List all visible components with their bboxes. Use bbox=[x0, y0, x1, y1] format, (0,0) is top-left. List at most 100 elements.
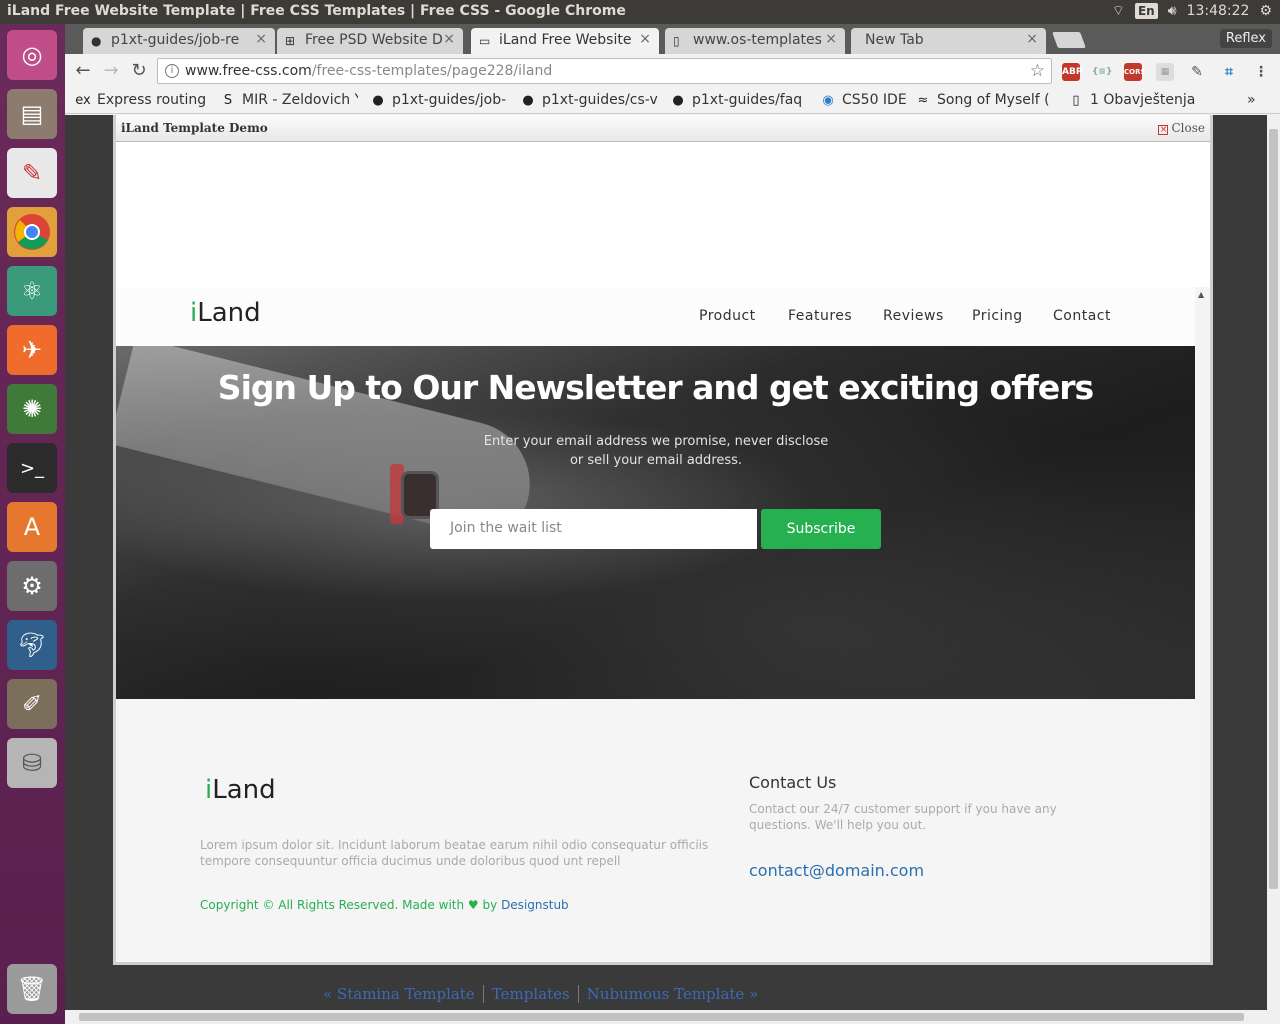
profile-button[interactable]: Reflex bbox=[1219, 29, 1272, 48]
page-vertical-scrollbar[interactable] bbox=[1267, 115, 1280, 1010]
site-footer: iLand Lorem ipsum dolor sit. Incidunt la… bbox=[116, 699, 1195, 962]
close-icon[interactable]: × bbox=[255, 31, 267, 47]
abp-icon[interactable]: ABP bbox=[1062, 63, 1082, 81]
terminal-icon[interactable]: >_ bbox=[7, 443, 57, 493]
grid-icon[interactable]: ▦ bbox=[1156, 63, 1174, 81]
bookmark-star-icon[interactable]: ☆ bbox=[1030, 61, 1045, 81]
footer-logo[interactable]: iLand bbox=[205, 775, 276, 805]
wifi-icon[interactable]: ⌔ bbox=[1112, 2, 1125, 20]
nav-product[interactable]: Product bbox=[699, 308, 756, 324]
prev-template-link[interactable]: « Stamina Template bbox=[315, 985, 484, 1003]
close-icon[interactable]: × bbox=[443, 31, 455, 47]
page-icon: ▭ bbox=[479, 34, 491, 48]
mysql-workbench-icon[interactable]: 🐬︎ bbox=[7, 620, 57, 670]
nav-contact[interactable]: Contact bbox=[1053, 308, 1111, 324]
picker-icon[interactable]: ✎ bbox=[1188, 63, 1206, 81]
scrollbar-thumb[interactable] bbox=[1269, 129, 1278, 889]
browser-window: ● p1xt-guides/job-re × ⊞ Free PSD Websit… bbox=[65, 24, 1280, 1024]
page-viewport: iLand Template Demo × Close iLand Product… bbox=[65, 115, 1280, 1024]
bookmark-label: Song of Myself ( bbox=[937, 92, 1050, 108]
close-button[interactable]: × Close bbox=[1158, 121, 1205, 135]
keyboard-language[interactable]: En bbox=[1134, 3, 1158, 19]
contact-title: Contact Us bbox=[749, 773, 837, 792]
files-icon[interactable]: ▤ bbox=[7, 89, 57, 139]
gear-icon[interactable]: ⚙ bbox=[1259, 3, 1272, 19]
tab-label: p1xt-guides/job-re bbox=[111, 32, 240, 48]
system-settings-icon[interactable]: ⚙ bbox=[7, 561, 57, 611]
gitkraken-icon[interactable]: ✺ bbox=[7, 384, 57, 434]
bookmark-2[interactable]: ● p1xt-guides/job- bbox=[370, 92, 510, 108]
iframe-scrollbar[interactable]: ▲ bbox=[1195, 287, 1210, 962]
contact-email-link[interactable]: contact@domain.com bbox=[749, 861, 924, 880]
menu-icon[interactable]: ⋮ bbox=[1252, 63, 1270, 81]
close-icon[interactable]: × bbox=[825, 31, 837, 47]
json-icon[interactable]: {≡} bbox=[1092, 63, 1112, 81]
cors-icon[interactable]: CORS bbox=[1124, 63, 1146, 81]
reload-icon[interactable]: ↻ bbox=[128, 60, 150, 82]
info-icon[interactable]: i bbox=[165, 64, 179, 78]
scroll-up-icon[interactable]: ▲ bbox=[1198, 290, 1204, 299]
psd-icon: ⊞ bbox=[285, 34, 296, 48]
volume-icon[interactable]: 🔊︎ bbox=[1168, 3, 1177, 19]
page-horizontal-scrollbar[interactable] bbox=[65, 1010, 1280, 1024]
templates-link[interactable]: Templates bbox=[484, 985, 579, 1003]
ubuntu-dash-icon[interactable]: ◎ bbox=[7, 30, 57, 80]
scrollbar-thumb[interactable] bbox=[79, 1013, 1244, 1021]
site-logo[interactable]: iLand bbox=[190, 298, 261, 328]
more-bookmarks-icon[interactable]: » bbox=[1247, 92, 1256, 108]
close-icon[interactable]: × bbox=[1026, 31, 1038, 47]
nav-features[interactable]: Features bbox=[788, 308, 852, 324]
address-bar[interactable]: i www.free-css.com/free-css-templates/pa… bbox=[157, 58, 1052, 84]
email-input[interactable]: Join the wait list bbox=[430, 509, 757, 549]
bookmark-6[interactable]: ≈ Song of Myself ( bbox=[915, 92, 1053, 108]
bookmark-label: 1 Obavještenja bbox=[1090, 92, 1196, 108]
tab-3[interactable]: ▯ www.os-templates × bbox=[665, 28, 845, 54]
back-icon[interactable]: ← bbox=[72, 60, 94, 82]
nav-reviews[interactable]: Reviews bbox=[883, 308, 944, 324]
indicator-area: ⌔ En 🔊︎ 13:48:22 ⚙ bbox=[1112, 2, 1272, 20]
software-center-icon[interactable]: A bbox=[7, 502, 57, 552]
tab-label: New Tab bbox=[865, 32, 924, 48]
tab-1[interactable]: ⊞ Free PSD Website D × bbox=[277, 28, 463, 54]
trash-icon[interactable]: 🗑︎ bbox=[7, 964, 57, 1014]
github-icon: ● bbox=[672, 93, 684, 108]
bookmark-5[interactable]: ◉ CS50 IDE bbox=[820, 92, 915, 108]
copyright-by: by bbox=[482, 898, 498, 912]
demo-header: iLand Template Demo × Close bbox=[116, 115, 1210, 142]
footer-about: Lorem ipsum dolor sit. Incidunt laborum … bbox=[200, 838, 709, 868]
forward-icon[interactable]: → bbox=[100, 60, 122, 82]
tab-4[interactable]: New Tab × bbox=[851, 28, 1046, 54]
disk-icon[interactable]: ⛁ bbox=[7, 738, 57, 788]
new-tab-button[interactable] bbox=[1052, 32, 1086, 48]
close-icon[interactable]: × bbox=[639, 31, 651, 47]
atom-icon[interactable]: ⚛ bbox=[7, 266, 57, 316]
gimp-icon[interactable]: ✐ bbox=[7, 679, 57, 729]
cs50-icon: ◉ bbox=[822, 93, 834, 108]
copyright-text: Copyright © All Rights Reserved. Made wi… bbox=[200, 898, 465, 912]
address-host: www.free-css.com bbox=[185, 63, 312, 79]
bookmark-4[interactable]: ● p1xt-guides/faq bbox=[670, 92, 810, 108]
nav-pricing[interactable]: Pricing bbox=[972, 308, 1023, 324]
next-template-link[interactable]: Nubumous Template » bbox=[579, 985, 767, 1003]
bookmark-7[interactable]: ▯ 1 Obavještenja bbox=[1068, 92, 1198, 108]
crop-icon[interactable]: ⌗ bbox=[1220, 63, 1238, 81]
document-viewer-icon[interactable]: ✎ bbox=[7, 148, 57, 198]
bookmark-0[interactable]: ex Express routing bbox=[75, 92, 210, 108]
bookmarks-bar: ex Express routing S MIR - Zeldovich Y ● p1… bbox=[65, 88, 1280, 114]
chrome-icon[interactable] bbox=[7, 207, 57, 257]
github-icon: ● bbox=[91, 34, 102, 48]
tab-0[interactable]: ● p1xt-guides/job-re × bbox=[83, 28, 275, 54]
postman-icon[interactable]: ✈ bbox=[7, 325, 57, 375]
subscribe-button[interactable]: Subscribe bbox=[761, 509, 881, 549]
bird-icon: ≈ bbox=[917, 93, 929, 108]
bookmark-1[interactable]: S MIR - Zeldovich Y bbox=[220, 92, 358, 108]
template-pagination: « Stamina Template Templates Nubumous Te… bbox=[315, 985, 766, 1003]
clock[interactable]: 13:48:22 bbox=[1187, 3, 1250, 19]
tab-2[interactable]: ▭ iLand Free Website × bbox=[471, 28, 659, 54]
hero-section: Sign Up to Our Newsletter and get exciti… bbox=[116, 346, 1195, 699]
designstub-link[interactable]: Designstub bbox=[501, 898, 569, 912]
site-navbar: iLand Product Features Reviews Pricing C… bbox=[116, 287, 1195, 346]
bookmark-3[interactable]: ● p1xt-guides/cs-v bbox=[520, 92, 660, 108]
heart-icon: ♥ bbox=[467, 898, 479, 912]
express-icon: ex bbox=[75, 93, 91, 108]
